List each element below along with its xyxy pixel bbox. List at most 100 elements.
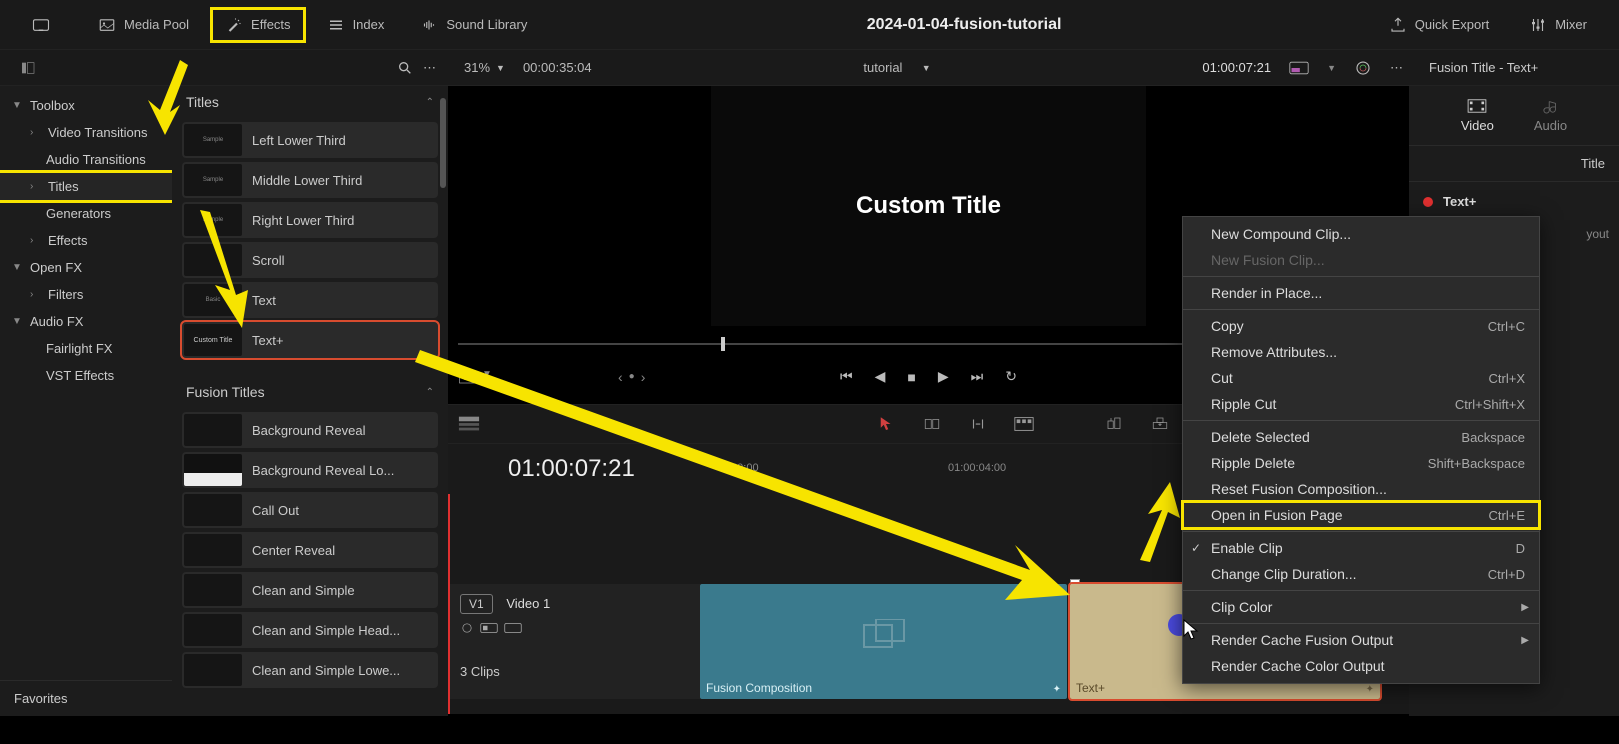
tree-video-transitions[interactable]: ›Video Transitions (0, 119, 172, 146)
inspector-title-section[interactable]: Title (1409, 146, 1619, 182)
inspector-video-tab[interactable]: Video (1461, 98, 1494, 133)
timeline-name: tutorial (863, 60, 902, 75)
titles-header[interactable]: Titles⌃ (172, 86, 448, 118)
effects-label: Effects (251, 17, 291, 32)
timeline-timecode[interactable]: 01:00:07:21 (448, 455, 698, 483)
fusion-title-background-reveal[interactable]: Background Reveal (182, 412, 438, 448)
title-item-text-plus[interactable]: Custom TitleText+ (182, 322, 438, 358)
index-button[interactable]: Index (315, 10, 397, 40)
cm-new-fusion-clip: New Fusion Clip... (1183, 247, 1539, 273)
play-button[interactable]: ▶ (938, 368, 949, 385)
lock-icon[interactable] (460, 622, 474, 634)
auto-select-icon[interactable] (480, 622, 498, 634)
viewer[interactable]: Custom Title (711, 86, 1146, 326)
cm-open-in-fusion-page[interactable]: Open in Fusion PageCtrl+E (1183, 502, 1539, 528)
cm-reset-fusion[interactable]: Reset Fusion Composition... (1183, 476, 1539, 502)
tree-fairlight-fx[interactable]: Fairlight FX (0, 335, 172, 362)
tree-filters[interactable]: ›Filters (0, 281, 172, 308)
search-icon[interactable] (397, 60, 413, 76)
overwrite-icon[interactable] (1149, 415, 1171, 433)
inspector-title: Fusion Title - Text+ (1419, 60, 1619, 75)
total-timecode: 00:00:35:04 (523, 60, 592, 75)
ruler-tick-b: 01:00:04:00 (948, 462, 1006, 474)
more-options-icon[interactable]: ⋯ (1390, 60, 1403, 76)
zoom-value: 31% (464, 60, 490, 75)
cm-render-in-place[interactable]: Render in Place... (1183, 280, 1539, 306)
cm-new-compound-clip[interactable]: New Compound Clip... (1183, 221, 1539, 247)
prev-frame-button[interactable]: ◀ (875, 368, 886, 385)
tree-audio-transitions[interactable]: Audio Transitions (0, 146, 172, 173)
inspector-audio-tab[interactable]: Audio (1534, 98, 1567, 133)
enable-dot-icon[interactable] (1423, 197, 1433, 207)
cm-clip-color[interactable]: Clip Color▶ (1183, 594, 1539, 620)
cm-ripple-delete[interactable]: Ripple DeleteShift+Backspace (1183, 450, 1539, 476)
title-item-scroll[interactable]: Scroll (182, 242, 438, 278)
fusion-title-clean-simple-lowe[interactable]: Clean and Simple Lowe... (182, 652, 438, 688)
workspace-toggle[interactable] (20, 10, 62, 40)
clip-fusion-composition[interactable]: Fusion Composition ✦ (700, 584, 1067, 699)
sound-library-button[interactable]: Sound Library (408, 10, 539, 40)
title-item-left-lower-third[interactable]: SampleLeft Lower Third (182, 122, 438, 158)
tree-open-fx[interactable]: ▼Open FX (0, 254, 172, 281)
track-badge[interactable]: V1 (460, 594, 493, 614)
tree-vst-effects[interactable]: VST Effects (0, 362, 172, 389)
fusion-title-call-out[interactable]: Call Out (182, 492, 438, 528)
blade-tool-icon[interactable] (1013, 415, 1035, 433)
last-frame-button[interactable]: ⏭ (971, 368, 984, 385)
selection-tool-icon[interactable] (875, 415, 897, 433)
match-frame-icon[interactable] (458, 369, 476, 385)
cm-cut[interactable]: CutCtrl+X (1183, 365, 1539, 391)
cm-remove-attributes[interactable]: Remove Attributes... (1183, 339, 1539, 365)
title-item-right-lower-third[interactable]: SampleRight Lower Third (182, 202, 438, 238)
cm-delete-selected[interactable]: Delete SelectedBackspace (1183, 424, 1539, 450)
trim-tool-icon[interactable] (921, 415, 943, 433)
dropdown-icon[interactable]: ▼ (482, 369, 492, 385)
fusion-titles-header[interactable]: Fusion Titles⌃ (172, 376, 448, 408)
media-pool-button[interactable]: Media Pool (86, 10, 201, 40)
timeline-select[interactable]: tutorial ▼ (863, 60, 930, 75)
effects-button[interactable]: Effects (213, 10, 303, 40)
track-header-v1[interactable]: V1 Video 1 3 Clips (450, 584, 700, 699)
cm-change-clip-duration[interactable]: Change Clip Duration...Ctrl+D (1183, 561, 1539, 587)
track-name: Video 1 (506, 596, 550, 611)
more-icon[interactable]: ⋯ (423, 60, 436, 76)
cm-render-cache-fusion[interactable]: Render Cache Fusion Output▶ (1183, 627, 1539, 653)
tree-toolbox[interactable]: ▼Toolbox (0, 92, 172, 119)
title-item-middle-lower-third[interactable]: SampleMiddle Lower Third (182, 162, 438, 198)
track-view-icon[interactable] (504, 622, 522, 634)
loop-button[interactable]: ↻ (1005, 368, 1017, 385)
tree-titles[interactable]: ›Titles (0, 173, 172, 200)
quick-export-button[interactable]: Quick Export (1377, 10, 1501, 40)
dynamic-trim-icon[interactable] (967, 415, 989, 433)
insert-icon[interactable] (1103, 415, 1125, 433)
nav-next-icon[interactable]: › (641, 369, 646, 385)
scrubber-thumb[interactable] (721, 337, 725, 351)
bypass-icon[interactable] (1354, 59, 1372, 77)
mixer-button[interactable]: Mixer (1517, 10, 1599, 40)
timeline-view-icon[interactable] (458, 415, 480, 433)
clip-textplus-fx-icon: ✦ (1366, 684, 1374, 695)
fusion-title-clean-simple-head[interactable]: Clean and Simple Head... (182, 612, 438, 648)
fusion-title-background-reveal-lo[interactable]: Background Reveal Lo... (182, 452, 438, 488)
nav-prev-icon[interactable]: ‹ (618, 369, 623, 385)
panel-layout-icon[interactable] (20, 60, 36, 76)
first-frame-button[interactable]: ⏮ (840, 368, 853, 385)
fusion-title-center-reveal[interactable]: Center Reveal (182, 532, 438, 568)
cm-render-cache-color[interactable]: Render Cache Color Output (1183, 653, 1539, 679)
proxy-icon[interactable] (1289, 61, 1309, 75)
favorites[interactable]: Favorites (0, 680, 172, 716)
tree-effects[interactable]: ›Effects (0, 227, 172, 254)
cm-enable-clip[interactable]: ✓Enable ClipD (1183, 535, 1539, 561)
cm-copy[interactable]: CopyCtrl+C (1183, 313, 1539, 339)
nav-dot-icon[interactable]: ● (629, 371, 635, 382)
fusion-title-clean-simple[interactable]: Clean and Simple (182, 572, 438, 608)
titles-panel: Titles⌃ SampleLeft Lower Third SampleMid… (172, 86, 448, 716)
fx-scrollbar[interactable] (440, 98, 446, 188)
clips-count: 3 Clips (460, 664, 690, 679)
tree-audio-fx[interactable]: ▼Audio FX (0, 308, 172, 335)
stop-button[interactable]: ■ (907, 369, 915, 385)
tree-generators[interactable]: Generators (0, 200, 172, 227)
zoom-select[interactable]: 31% ▼ (464, 60, 505, 75)
title-item-text[interactable]: BasicText (182, 282, 438, 318)
cm-ripple-cut[interactable]: Ripple CutCtrl+Shift+X (1183, 391, 1539, 417)
